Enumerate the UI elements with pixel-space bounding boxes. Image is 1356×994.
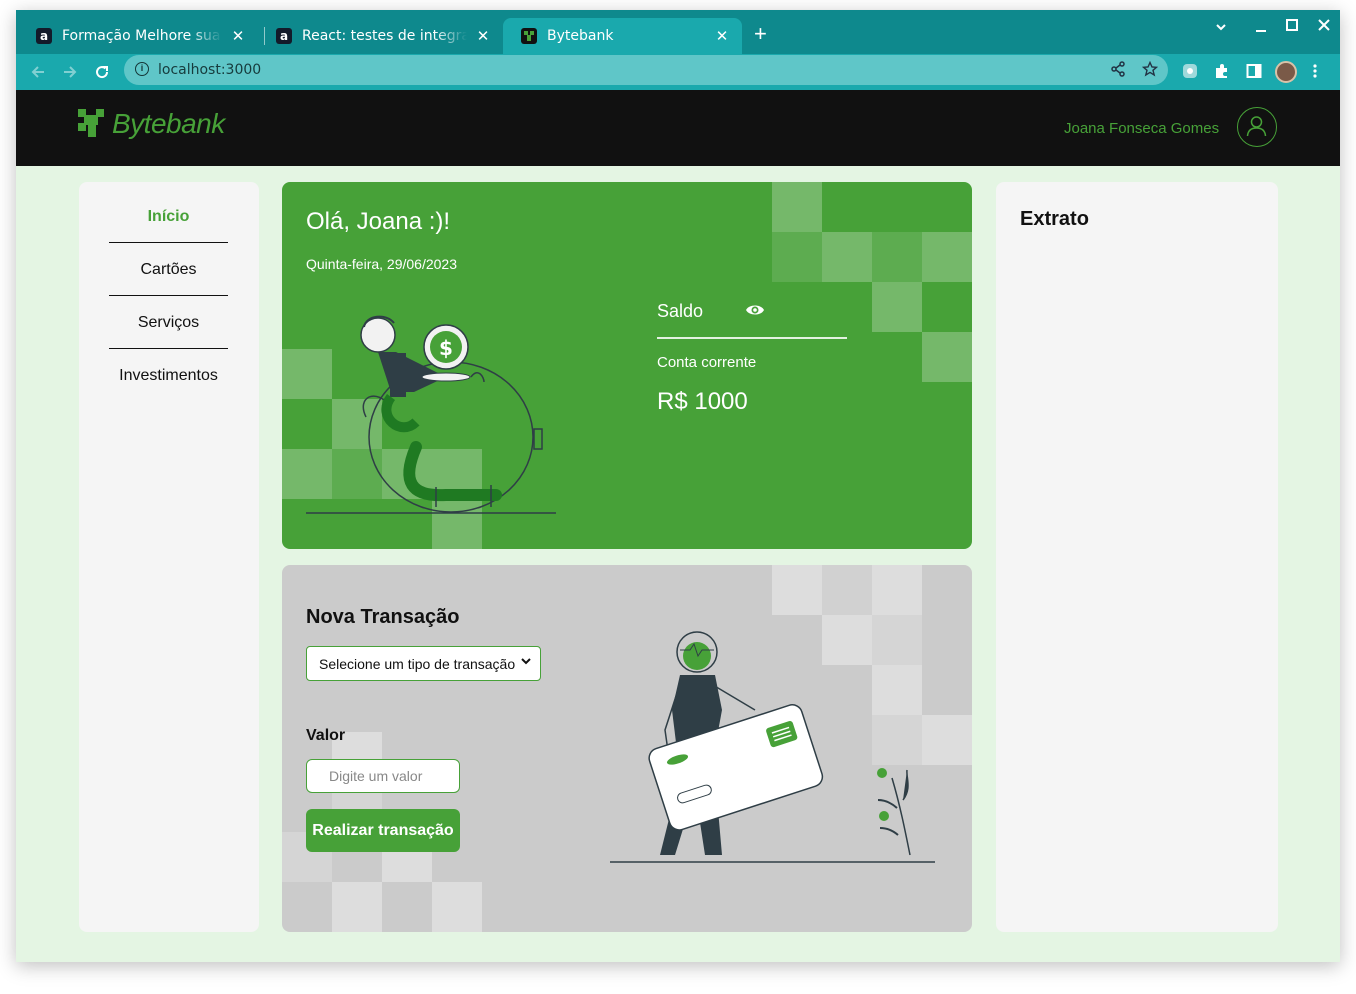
extension-record-icon[interactable] — [1182, 63, 1198, 83]
tab-title: Formação Melhore sua ap — [62, 28, 222, 44]
current-date: Quinta-feira, 29/06/2023 — [306, 256, 457, 272]
eye-icon[interactable] — [745, 302, 765, 323]
sidebar-item-inicio[interactable]: Início — [109, 190, 228, 243]
bytebank-logo-icon — [78, 109, 106, 139]
menu-kebab-icon[interactable] — [1312, 63, 1318, 83]
side-panel-icon[interactable] — [1246, 63, 1262, 83]
value-input-placeholder: Digite um valor — [329, 768, 423, 784]
chevron-down-icon — [520, 655, 532, 670]
balance-amount: R$ 1000 — [657, 388, 748, 415]
balance-card: $ Olá, Joana :)! Quinta-feira, 29/06/202… — [282, 182, 972, 549]
new-transaction-card: Nova Transação Selecione um tipo de tran… — [282, 565, 972, 932]
browser-toolbar: i localhost:3000 — [16, 54, 1340, 90]
bytebank-logo[interactable]: Bytebank — [78, 108, 225, 140]
bookmark-star-icon[interactable] — [1141, 60, 1159, 81]
close-tab-icon[interactable]: ✕ — [714, 27, 730, 45]
minimize-icon[interactable] — [1254, 20, 1268, 37]
balance-divider — [657, 337, 847, 339]
tab-title: Bytebank — [547, 28, 614, 44]
close-tab-icon[interactable]: ✕ — [475, 27, 491, 45]
sidebar-menu: Início Cartões Serviços Investimentos — [79, 182, 259, 932]
close-tab-icon[interactable]: ✕ — [230, 27, 246, 45]
tab-title: React: testes de integraçã — [302, 28, 467, 44]
statement-panel: Extrato — [996, 182, 1278, 932]
account-type: Conta corrente — [657, 354, 757, 371]
submit-transaction-button[interactable]: Realizar transação — [306, 809, 460, 852]
sidebar-item-servicos[interactable]: Serviços — [109, 296, 228, 349]
bytebank-page: Bytebank Joana Fonseca Gomes Início Cart… — [16, 90, 1340, 962]
browser-window: a Formação Melhore sua ap ✕ a React: tes… — [16, 10, 1340, 962]
user-name: Joana Fonseca Gomes — [1064, 120, 1220, 137]
profile-avatar[interactable] — [1275, 61, 1297, 83]
value-input[interactable]: Digite um valor — [306, 759, 460, 793]
user-avatar-icon[interactable] — [1237, 107, 1277, 147]
balance-label: Saldo — [657, 301, 704, 321]
alura-icon: a — [276, 28, 292, 44]
value-label: Valor — [306, 727, 346, 744]
sidebar-item-investimentos[interactable]: Investimentos — [109, 349, 228, 402]
maximize-icon[interactable] — [1285, 18, 1299, 35]
new-tab-button[interactable]: + — [754, 23, 767, 45]
tab-bytebank[interactable]: Bytebank ✕ — [503, 18, 742, 54]
bytebank-icon — [521, 28, 537, 44]
new-transaction-title: Nova Transação — [306, 606, 460, 628]
piggy-bank-illustration: $ — [306, 315, 556, 514]
forward-icon[interactable] — [58, 60, 82, 84]
share-icon[interactable] — [1110, 61, 1126, 81]
tab-formacao[interactable]: a Formação Melhore sua ap ✕ — [18, 18, 258, 54]
svg-text:$: $ — [439, 336, 453, 360]
url-text[interactable]: localhost:3000 — [158, 62, 261, 78]
transaction-type-select[interactable]: Selecione um tipo de transação — [306, 646, 541, 681]
close-window-icon[interactable] — [1317, 18, 1331, 35]
tab-search-icon[interactable] — [1214, 20, 1228, 37]
alura-icon: a — [36, 28, 52, 44]
greeting-title: Olá, Joana :)! — [306, 208, 451, 235]
person-with-card-illustration — [610, 631, 935, 863]
extensions-puzzle-icon[interactable] — [1214, 63, 1230, 83]
back-icon[interactable] — [26, 60, 50, 84]
address-bar[interactable]: i localhost:3000 — [124, 55, 1168, 85]
statement-title: Extrato — [1020, 208, 1089, 230]
tab-react-testes[interactable]: a React: testes de integraçã ✕ — [258, 18, 503, 54]
logo-text: Bytebank — [112, 108, 225, 139]
app-header: Bytebank Joana Fonseca Gomes — [16, 90, 1340, 166]
site-info-icon[interactable]: i — [135, 62, 149, 76]
reload-icon[interactable] — [90, 60, 114, 84]
sidebar-item-cartoes[interactable]: Cartões — [109, 243, 228, 296]
tab-strip: a Formação Melhore sua ap ✕ a React: tes… — [16, 10, 1340, 54]
transaction-type-value: Selecione um tipo de transação — [319, 655, 516, 672]
